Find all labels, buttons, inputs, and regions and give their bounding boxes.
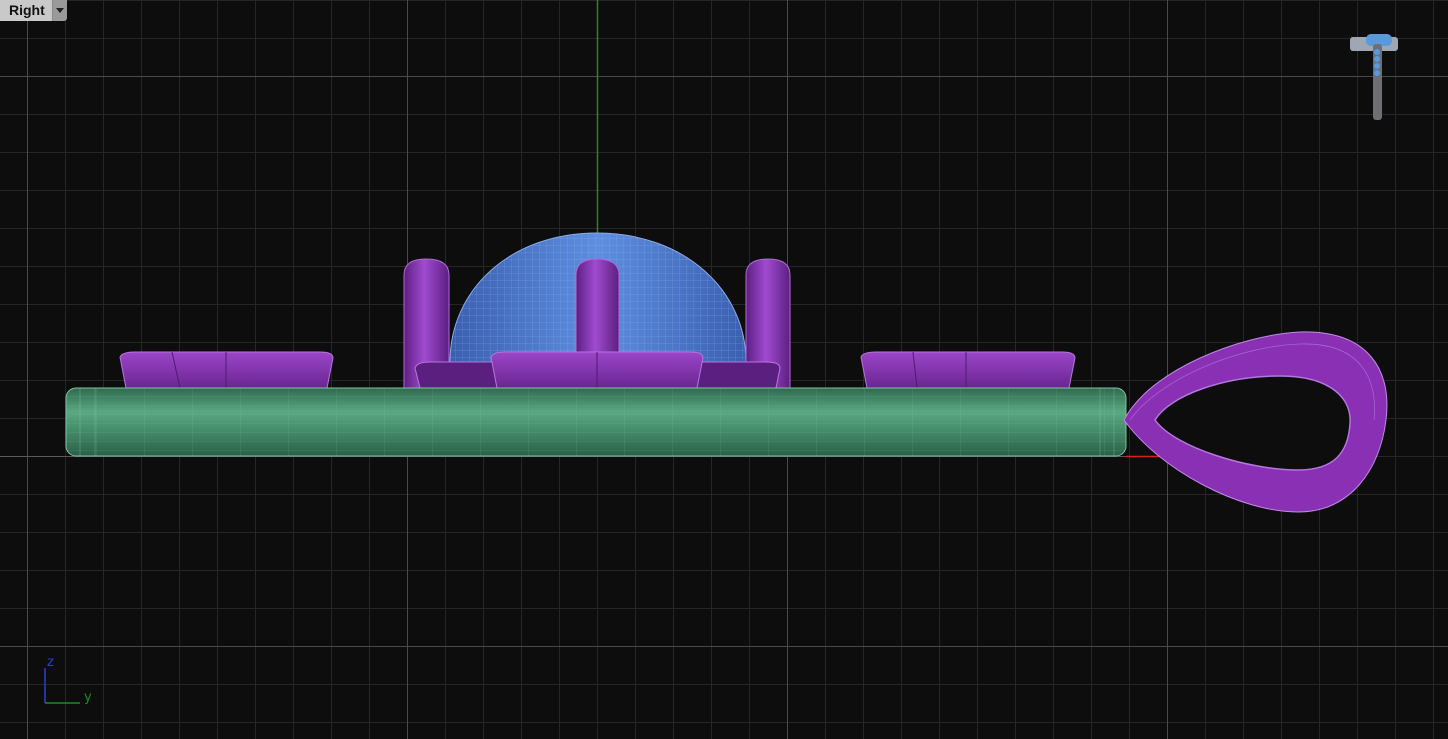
scene-canvas[interactable] xyxy=(0,0,1448,739)
gizmo-z-label: z xyxy=(47,655,54,670)
gizmo-y-label: y xyxy=(84,690,92,705)
viewport-title-tab[interactable]: Right xyxy=(0,0,67,21)
bail-loop xyxy=(1123,331,1388,513)
setting-seats xyxy=(119,351,1076,389)
viewport-right[interactable]: Right z y xyxy=(0,0,1448,739)
ring-shank-bar xyxy=(65,387,1127,457)
viewport-menu-dropdown-icon[interactable] xyxy=(52,0,67,21)
viewport-title-label[interactable]: Right xyxy=(0,0,53,21)
axis-gizmo xyxy=(44,668,80,704)
